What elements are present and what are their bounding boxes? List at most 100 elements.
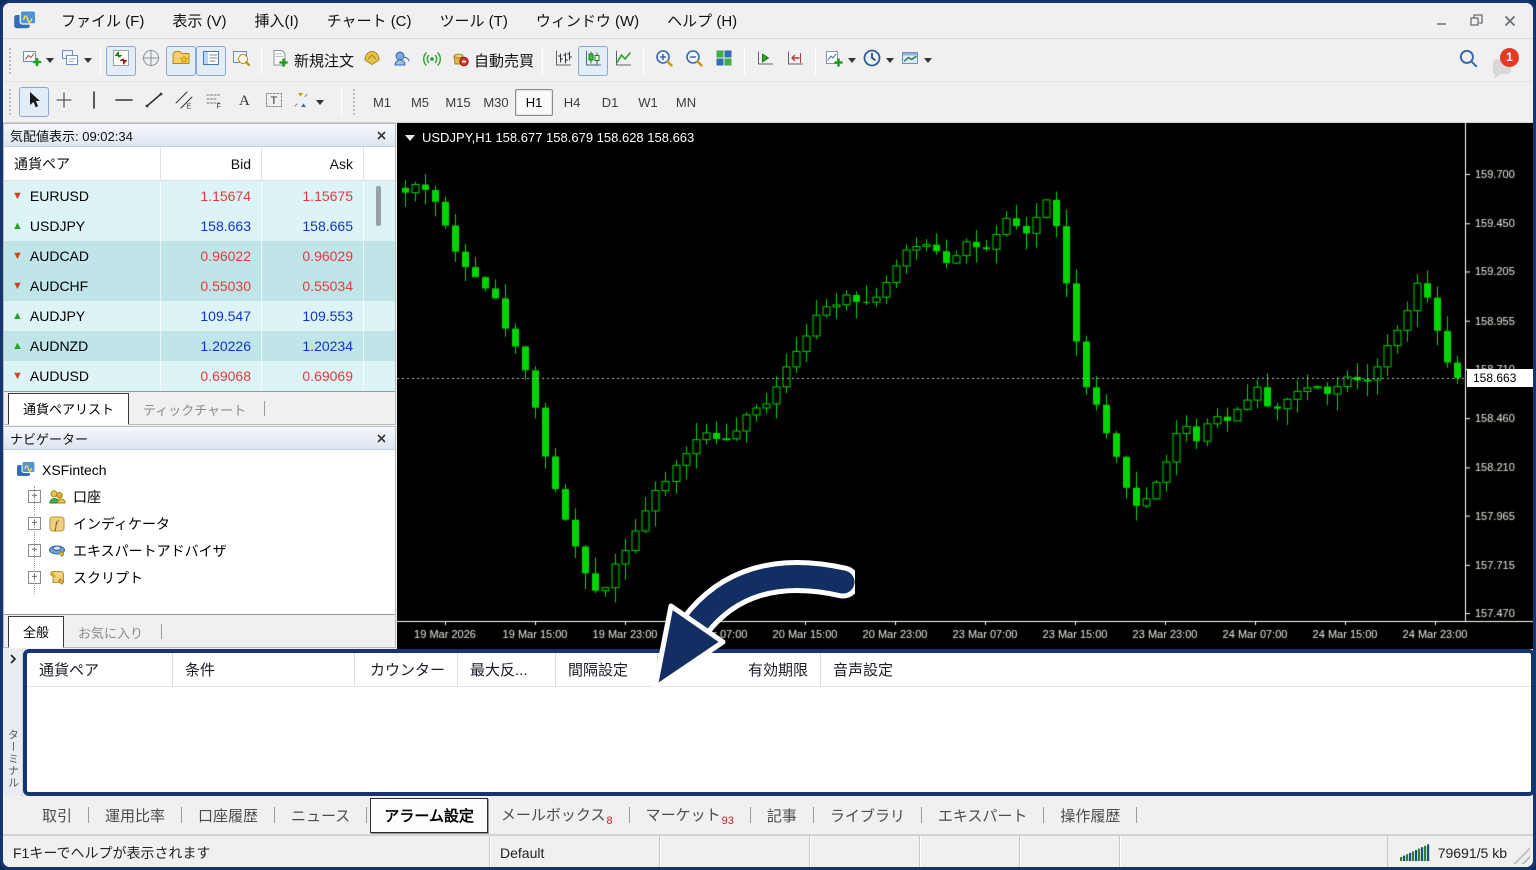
quote-row-usdjpy[interactable]: ▲USDJPY158.663158.665 [4,211,395,241]
alarm-column-header[interactable]: 有効期限 [658,653,821,686]
quote-row-audchf[interactable]: ▼AUDCHF0.550300.55034 [4,271,395,301]
alarm-column-header[interactable]: 音声設定 [821,653,1531,686]
candlestick-button[interactable] [578,46,608,76]
fibonacci-tool[interactable]: F [199,87,229,117]
navigator-tab[interactable]: お気に入り [64,618,157,648]
quote-row-audjpy[interactable]: ▲AUDJPY109.547109.553 [4,301,395,331]
alarm-column-header[interactable]: 間隔設定 [556,653,658,686]
menu-item[interactable]: 表示 (V) [158,4,240,37]
alarm-column-header[interactable]: 最大反... [458,653,556,686]
auto-scroll-button[interactable] [750,46,780,76]
chevron-down-icon[interactable] [46,58,54,63]
minimize-button[interactable] [1425,9,1459,33]
menu-item[interactable]: ツール (T) [426,4,522,37]
chevron-down-icon[interactable] [924,58,932,63]
expand-chevron-icon[interactable] [8,653,18,665]
alarm-column-header[interactable]: カウンター [355,653,458,686]
autotrading-button[interactable]: 自動売買 [447,46,537,76]
status-profile[interactable]: Default [490,836,660,870]
terminal-tab-3[interactable]: 口座履歴 [185,799,271,832]
templates-button[interactable] [897,46,935,76]
crosshair-tool[interactable] [49,87,79,117]
navigator-tab[interactable]: 全般 [8,616,64,648]
mql5-community-button[interactable] [387,46,417,76]
new-chart-button[interactable] [19,46,57,76]
timeframe-mn[interactable]: MN [667,89,705,116]
timeframe-m1[interactable]: M1 [363,89,401,116]
menu-item[interactable]: ウィンドウ (W) [522,4,653,37]
close-icon[interactable] [373,127,389,143]
column-header-[interactable]: 通貨ペア [4,147,161,180]
terminal-tab-1[interactable]: 取引 [29,799,85,832]
timeframe-h4[interactable]: H4 [553,89,591,116]
chevron-down-icon[interactable] [886,58,894,63]
navigator-toggle[interactable] [166,46,196,76]
quote-row-audcad[interactable]: ▼AUDCAD0.960220.96029 [4,241,395,271]
terminal-tab-9[interactable]: ライブラリ [817,799,918,832]
cursor-tool[interactable] [19,87,49,117]
horizontal-line-tool[interactable] [109,87,139,117]
terminal-tab-5[interactable]: アラーム設定 [370,798,488,833]
timeframe-m15[interactable]: M15 [439,89,477,116]
strategy-tester-button[interactable] [226,46,256,76]
navigator-item[interactable]: +fインディケータ [4,510,395,537]
timeframe-m30[interactable]: M30 [477,89,515,116]
indicators-button[interactable] [821,46,859,76]
column-header-ask[interactable]: Ask [262,147,364,180]
market-watch-toggle[interactable] [106,46,136,76]
data-window-button[interactable] [136,46,166,76]
quote-row-audusd[interactable]: ▼AUDUSD0.690680.69069 [4,361,395,391]
chart-menu-icon[interactable] [405,135,415,141]
market-watch-scrollbar[interactable] [376,186,381,226]
chevron-down-icon[interactable] [84,58,92,63]
timeframe-h1[interactable]: H1 [515,89,553,116]
column-header-bid[interactable]: Bid [161,147,262,180]
restore-button[interactable] [1459,9,1493,33]
vertical-line-tool[interactable] [79,87,109,117]
tile-windows-button[interactable] [709,46,739,76]
timeframe-d1[interactable]: D1 [591,89,629,116]
channel-tool[interactable]: E [169,87,199,117]
search-button[interactable] [1453,46,1483,76]
new-order-button[interactable]: 新規注文 [267,46,357,76]
text-tool[interactable]: A [229,87,259,117]
periods-button[interactable] [859,46,897,76]
chevron-down-icon[interactable] [316,100,324,105]
terminal-tab-2[interactable]: 運用比率 [92,799,178,832]
terminal-tab-11[interactable]: 操作履歴 [1047,799,1133,832]
menu-item[interactable]: ヘルプ (H) [653,4,751,37]
navigator-item[interactable]: +口座 [4,483,395,510]
terminal-tab-4[interactable]: ニュース [278,799,363,832]
menu-item[interactable]: 挿入(I) [241,4,313,37]
price-chart-canvas[interactable] [397,123,1536,649]
signals-button[interactable] [417,46,447,76]
zoom-out-button[interactable] [679,46,709,76]
terminal-toggle[interactable] [196,46,226,76]
label-tool[interactable]: T [259,87,289,117]
notifications-button[interactable]: 1 [1493,48,1519,74]
terminal-tab-6[interactable]: メールボックス8 [488,798,626,833]
market-watch-tab[interactable]: 通貨ペアリスト [8,393,129,425]
close-button[interactable] [1493,9,1527,33]
alarm-column-header[interactable]: 条件 [173,653,355,686]
profiles-button[interactable] [57,46,95,76]
line-chart-button[interactable] [608,46,638,76]
menu-item[interactable]: チャート (C) [313,4,426,37]
quote-row-eurusd[interactable]: ▼EURUSD1.156741.15675 [4,181,395,211]
quote-row-audnzd[interactable]: ▲AUDNZD1.202261.20234 [4,331,395,361]
close-icon[interactable] [373,430,389,446]
navigator-item[interactable]: +エキスパートアドバイザ [4,537,395,564]
alarm-column-header[interactable]: 通貨ペア [27,653,173,686]
terminal-tab-8[interactable]: 記事 [754,799,810,832]
navigator-root[interactable]: XSFintech [4,456,395,483]
terminal-tab-7[interactable]: マーケット93 [633,798,747,833]
navigator-item[interactable]: +スクリプト [4,564,395,591]
metaeditor-button[interactable] [357,46,387,76]
timeframe-w1[interactable]: W1 [629,89,667,116]
chevron-down-icon[interactable] [848,58,856,63]
chart-shift-button[interactable] [780,46,810,76]
bar-chart-button[interactable] [548,46,578,76]
zoom-in-button[interactable] [649,46,679,76]
menu-item[interactable]: ファイル (F) [47,4,158,37]
market-watch-tab[interactable]: ティックチャート [129,395,260,425]
